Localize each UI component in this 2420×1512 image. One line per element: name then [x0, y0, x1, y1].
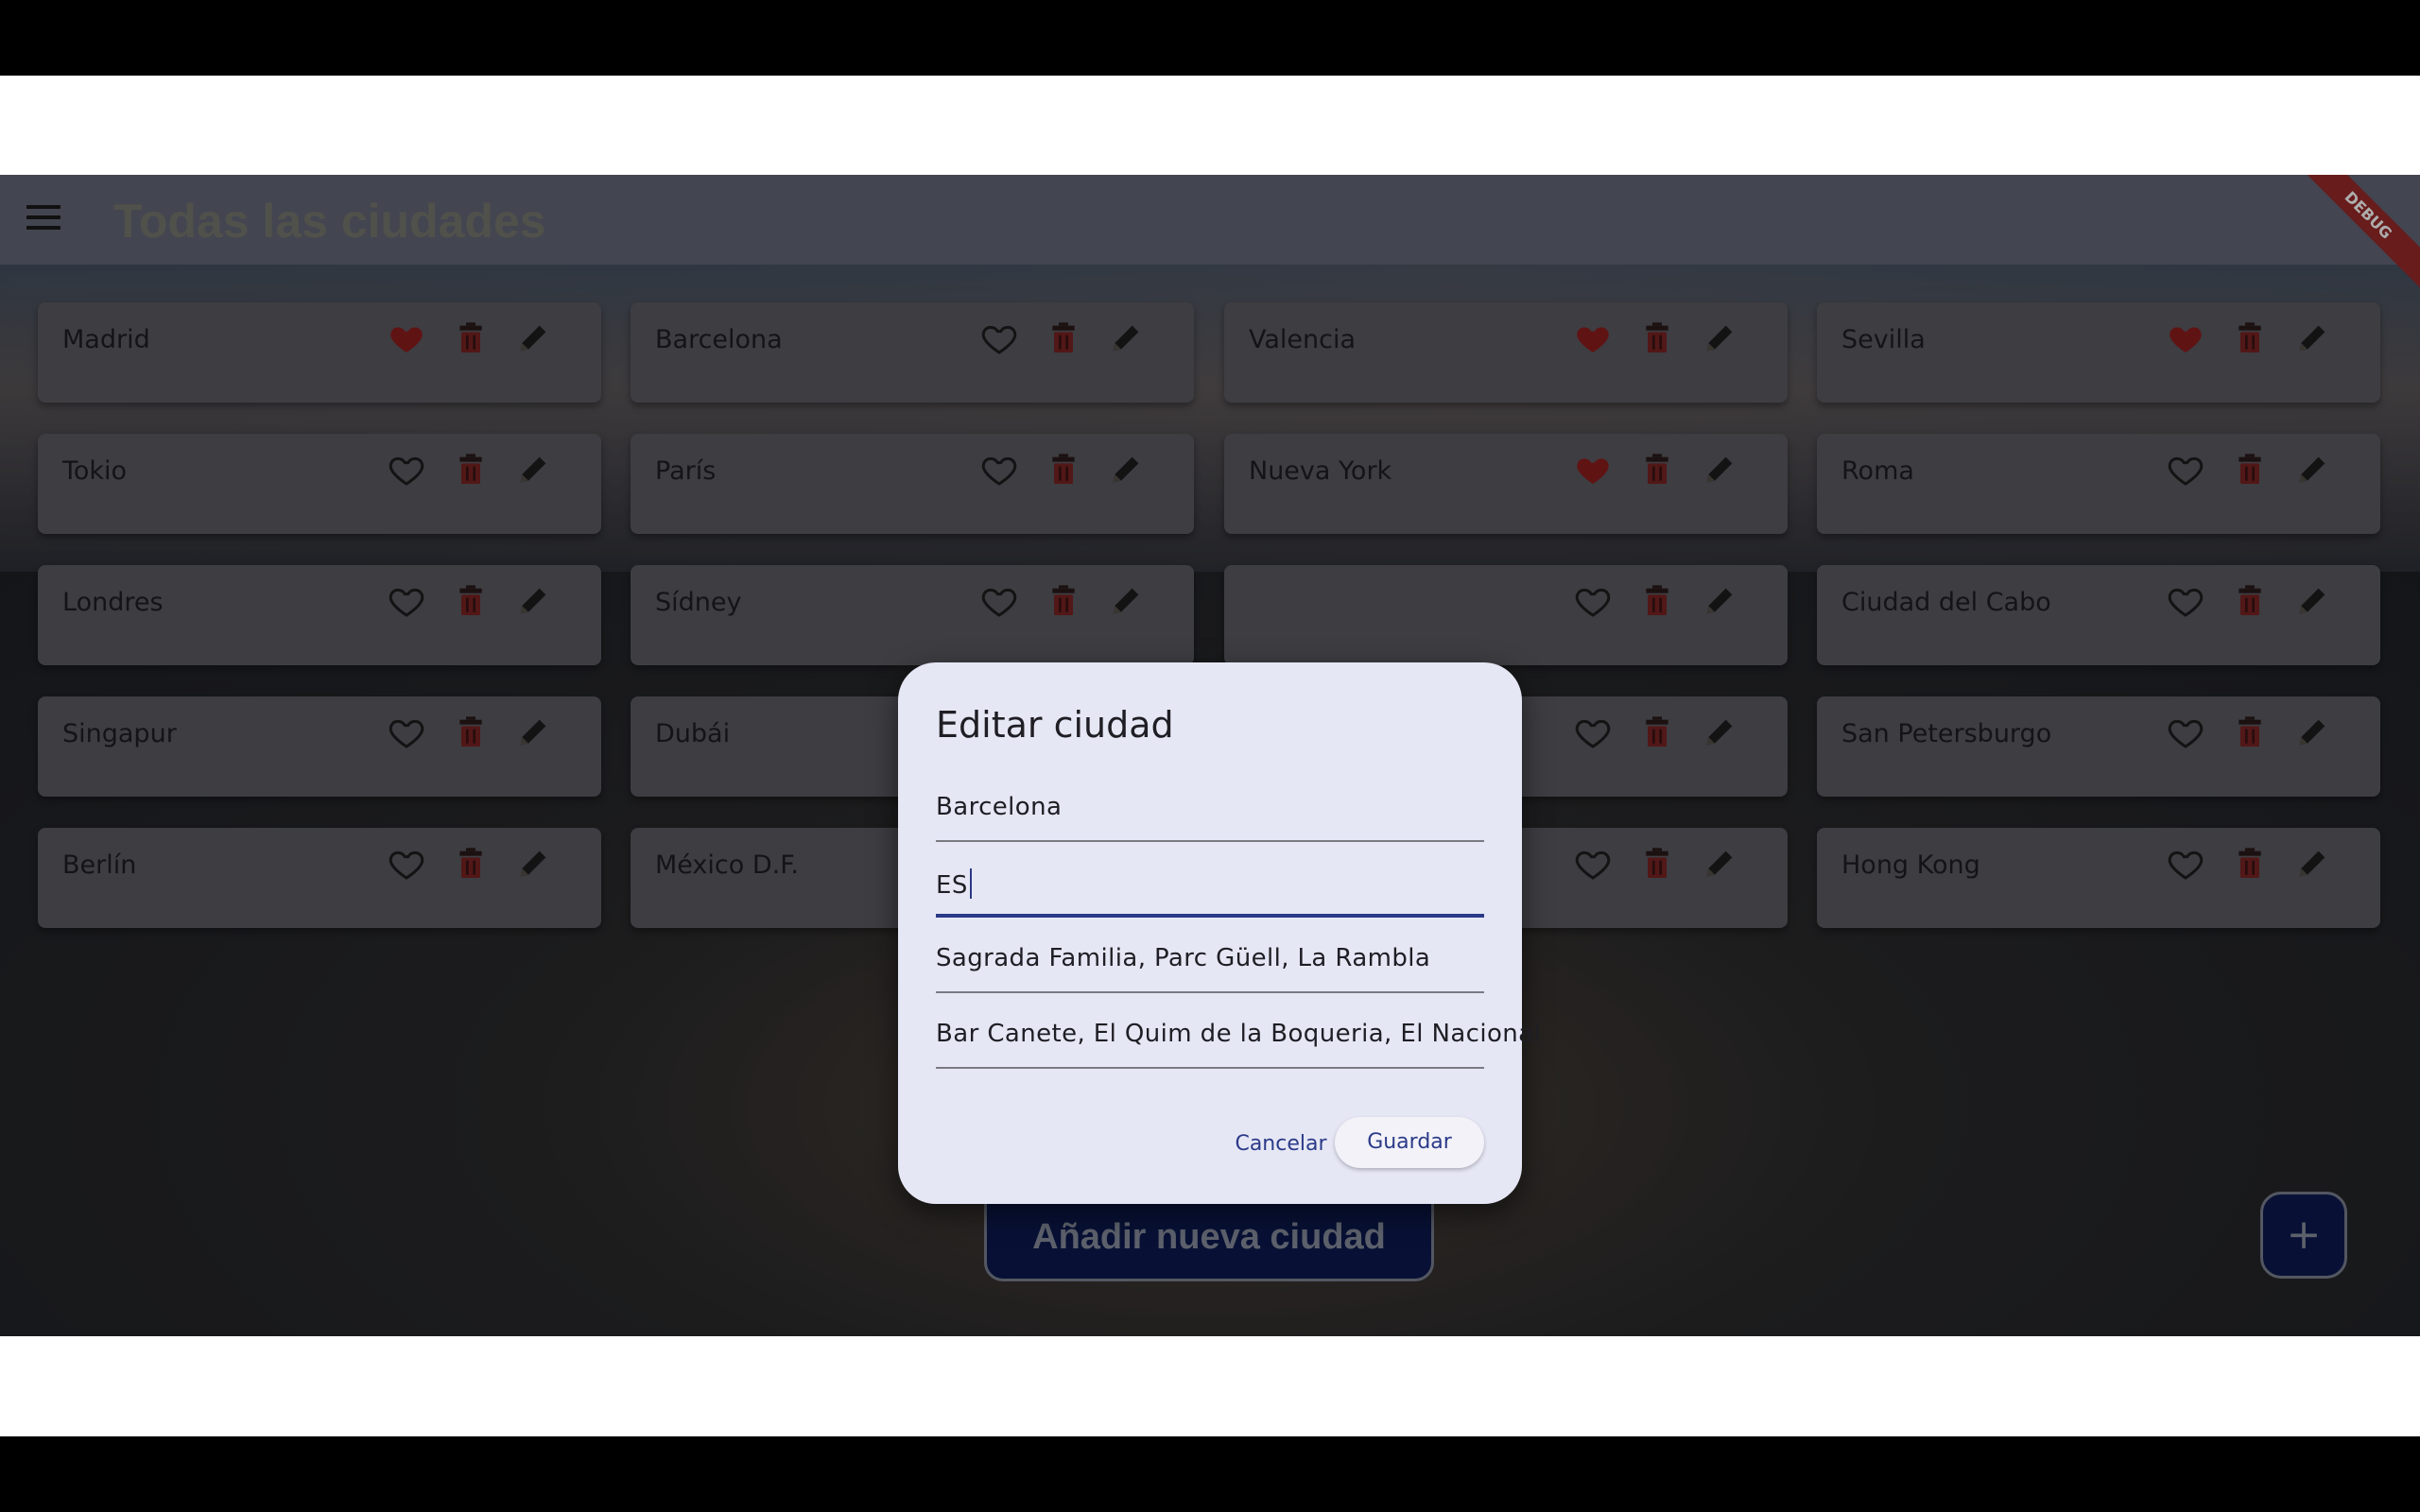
country-code-value: ES — [936, 868, 972, 900]
attractions-value: Sagrada Familia, Parc Güell, La Rambla — [936, 944, 1431, 972]
letterbox-top — [0, 0, 2420, 76]
field-underline — [936, 991, 1484, 993]
city-name-field[interactable]: Barcelona — [936, 776, 1484, 842]
window-margin-bottom — [0, 1336, 2420, 1436]
cancel-button[interactable]: Cancelar — [1210, 1121, 1352, 1168]
field-underline — [936, 840, 1484, 842]
restaurants-value: Bar Canete, El Quim de la Boqueria, El N… — [936, 1020, 1542, 1048]
country-code-field[interactable]: ES — [936, 851, 1484, 918]
edit-city-dialog: Editar ciudad Barcelona ES Sagrada Famil… — [898, 662, 1541, 1204]
dialog-title: Editar ciudad — [936, 704, 1174, 746]
save-button[interactable]: Guardar — [1335, 1117, 1484, 1168]
restaurants-field[interactable]: Bar Canete, El Quim de la Boqueria, El N… — [936, 1003, 1541, 1069]
field-underline — [936, 914, 1484, 918]
letterbox-bottom — [0, 1436, 2420, 1512]
app-screen: Todas las ciudades DEBUG Madrid Barcelona… — [0, 175, 2420, 1336]
city-name-value: Barcelona — [936, 793, 1063, 821]
field-underline — [936, 1067, 1484, 1069]
attractions-field[interactable]: Sagrada Familia, Parc Güell, La Rambla — [936, 927, 1484, 993]
window-margin-top — [0, 76, 2420, 175]
text-caret — [969, 868, 972, 899]
